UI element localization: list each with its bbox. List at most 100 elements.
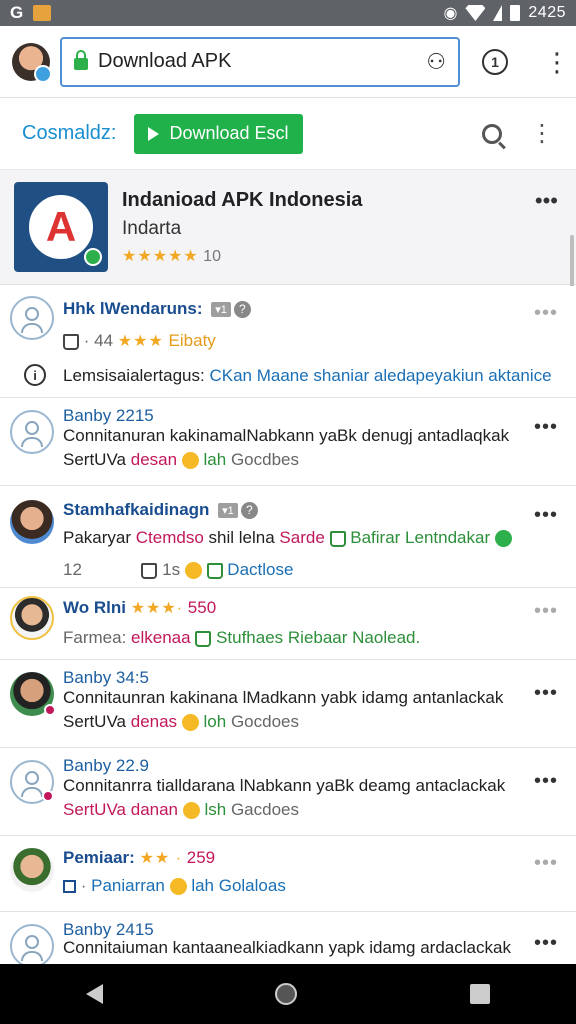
browser-menu-icon[interactable]: ⋮ bbox=[544, 49, 570, 75]
tab-switcher-button[interactable]: 1 bbox=[482, 48, 508, 75]
reviewer-name: Hhk lWendaruns: bbox=[63, 299, 203, 318]
review-text: Farmea: bbox=[63, 628, 127, 647]
app-logo-icon: A bbox=[29, 195, 93, 259]
reviewer-name: Banby 2415 bbox=[63, 920, 154, 939]
reply-link[interactable]: Dactlose bbox=[227, 560, 293, 579]
review-meta: SertUVa bbox=[63, 712, 126, 731]
recent-apps-icon[interactable] bbox=[469, 984, 490, 1004]
like-icon[interactable] bbox=[63, 333, 79, 350]
review-text-highlight: elkenaa bbox=[131, 628, 191, 647]
user-avatar bbox=[10, 848, 54, 892]
rating-stars: ★★★★★ bbox=[122, 247, 199, 265]
review-meta-source: Gocdbes bbox=[230, 450, 299, 469]
review-item: Hhk lWendaruns: ▾1? · 44 ★★★ Eibaty ••• … bbox=[0, 286, 576, 398]
review-text-highlight: Stufhaes Riebaar Naolead. bbox=[216, 628, 421, 647]
download-button[interactable]: Download Escl bbox=[134, 113, 303, 154]
help-icon[interactable]: ? bbox=[233, 301, 251, 319]
badge-icon: ▾1 bbox=[218, 503, 238, 519]
review-text: Connitaunran kakinana lMadkann yabk idam… bbox=[63, 688, 504, 707]
review-text: Pakaryar bbox=[63, 528, 132, 547]
review-text-highlight: Ctemdso bbox=[135, 528, 204, 547]
review-text: Paniarran bbox=[91, 876, 165, 895]
review-menu-icon[interactable]: ••• bbox=[534, 770, 558, 793]
reviewer-name: Banby 22.9 bbox=[63, 756, 150, 775]
address-text: Download APK bbox=[98, 50, 232, 72]
profile-avatar[interactable] bbox=[12, 42, 52, 83]
review-item: Stamhafkaidinagn ▾1? Pakaryar Ctemdso sh… bbox=[0, 486, 576, 588]
review-menu-icon[interactable]: ••• bbox=[534, 600, 558, 623]
review-tag: Eibaty bbox=[168, 331, 216, 350]
info-icon: i bbox=[24, 364, 46, 386]
app-card[interactable]: A Indanioad APK Indonesia Indarta ★★★★★ … bbox=[0, 170, 576, 285]
app-title: Indanioad APK Indonesia bbox=[122, 188, 363, 211]
emoji-icon bbox=[169, 878, 187, 896]
like-icon[interactable] bbox=[141, 562, 158, 579]
reviewer-name: Stamhafkaidinagn bbox=[63, 500, 210, 519]
user-avatar-icon bbox=[10, 760, 54, 804]
check-icon bbox=[494, 530, 512, 548]
like-count: 1s bbox=[162, 560, 181, 579]
review-score: 550 bbox=[187, 598, 217, 617]
user-avatar bbox=[10, 596, 54, 640]
review-meta-word: lsh bbox=[204, 800, 227, 819]
status-bar: G ◉ 2425 bbox=[0, 0, 576, 26]
download-button-label: Download Escl bbox=[169, 123, 289, 143]
review-score: 259 bbox=[186, 848, 216, 867]
review-stars: ★★ · bbox=[139, 850, 183, 867]
site-header: Cosmaldz: Download Escl ⋮ bbox=[0, 98, 576, 170]
signal-icon bbox=[493, 5, 503, 21]
info-text[interactable]: CKan Maane shaniar aledapeyakiun aktanic… bbox=[209, 366, 551, 385]
app-rating: ★★★★★ 10 bbox=[122, 246, 535, 266]
eye-icon: ◉ bbox=[443, 5, 458, 22]
review-menu-icon[interactable]: ••• bbox=[534, 932, 558, 955]
review-count: 12 bbox=[63, 560, 82, 579]
review-meta-word: lah bbox=[203, 450, 227, 469]
review-menu-icon[interactable]: ••• bbox=[534, 682, 558, 705]
notification-icon bbox=[33, 5, 52, 21]
address-bar[interactable]: Download APK ⚇ bbox=[60, 36, 460, 87]
like-icon[interactable] bbox=[195, 630, 212, 647]
app-icon: A bbox=[14, 182, 108, 272]
review-text: Connitaiuman kantaanealkiadkann yapk ida… bbox=[63, 938, 511, 957]
lock-icon bbox=[74, 50, 88, 70]
back-icon[interactable] bbox=[86, 984, 104, 1004]
review-meta-source: Gacdoes bbox=[230, 800, 299, 819]
like-icon[interactable] bbox=[329, 530, 346, 547]
app-developer: Indarta bbox=[122, 217, 182, 239]
review-menu-icon[interactable]: ••• bbox=[534, 416, 558, 439]
battery-icon bbox=[510, 5, 521, 21]
navigation-bar bbox=[0, 964, 576, 1024]
review-text: Connitanrra tialldarana lNabkann yaBk de… bbox=[63, 776, 506, 795]
review-menu-icon[interactable]: ••• bbox=[534, 302, 558, 325]
review-meta: SertUVa bbox=[63, 450, 126, 469]
home-icon[interactable] bbox=[275, 983, 298, 1005]
bookmark-icon[interactable]: ⚇ bbox=[426, 49, 446, 75]
reviewer-name: Banby 34:5 bbox=[63, 668, 150, 687]
user-avatar bbox=[10, 672, 56, 716]
review-text-highlight: Bafirar Lentndakar bbox=[350, 528, 491, 547]
browser-toolbar: Download APK ⚇ 1 ⋮ bbox=[0, 26, 576, 98]
review-text: lah Golaloas bbox=[191, 876, 286, 895]
review-menu-icon[interactable]: ••• bbox=[534, 504, 558, 527]
verified-badge-icon bbox=[84, 248, 102, 266]
review-meta-tag: desan bbox=[130, 450, 178, 469]
review-item: Banby 34:5 Connitaunran kakinana lMadkan… bbox=[0, 660, 576, 748]
site-brand[interactable]: Cosmaldz: bbox=[22, 122, 116, 145]
reviewer-name: Pemiaar: bbox=[63, 848, 135, 867]
search-icon[interactable] bbox=[482, 123, 502, 144]
user-avatar-icon bbox=[10, 924, 54, 968]
user-avatar bbox=[10, 500, 54, 544]
review-menu-icon[interactable]: ••• bbox=[534, 852, 558, 875]
help-icon[interactable]: ? bbox=[240, 502, 258, 520]
review-meta-tag: danan bbox=[130, 800, 179, 819]
app-card-menu-icon[interactable]: ••• bbox=[535, 188, 558, 214]
qr-icon bbox=[63, 880, 76, 894]
review-text: Connitanuran kakinamalNabkann yaBk denug… bbox=[63, 426, 510, 445]
sun-icon bbox=[184, 562, 202, 580]
review-meta-word: loh bbox=[203, 712, 227, 731]
reviewer-name: Wo Rlni bbox=[63, 598, 126, 617]
review-meta-source: Gocdoes bbox=[230, 712, 299, 731]
comment-icon[interactable] bbox=[206, 562, 223, 579]
site-menu-icon[interactable]: ⋮ bbox=[530, 119, 554, 148]
review-meta-tag: denas bbox=[130, 712, 178, 731]
